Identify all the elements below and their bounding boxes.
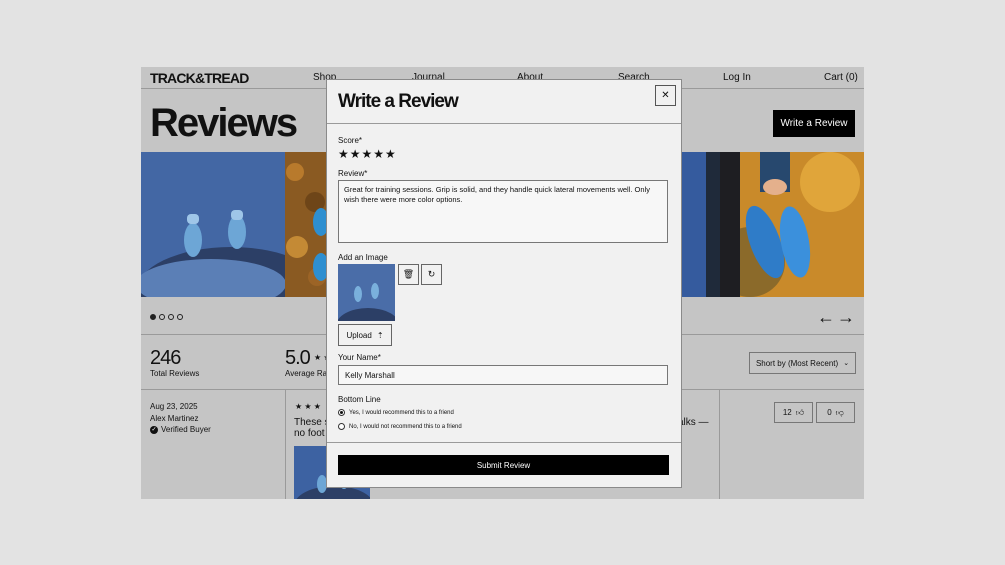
total-reviews-value: 246: [150, 347, 181, 369]
recommend-yes-option[interactable]: Yes, I would recommend this to a friend: [338, 409, 454, 416]
nav-cart[interactable]: Cart (0): [824, 72, 858, 83]
uploaded-image-preview: [338, 264, 395, 321]
carousel-dots: [150, 314, 183, 320]
write-review-button[interactable]: Write a Review: [773, 110, 855, 137]
sort-dropdown[interactable]: Short by (Most Recent) ⌄: [749, 352, 856, 374]
sort-label: Short by (Most Recent): [755, 358, 839, 368]
arrow-left-icon[interactable]: ←: [817, 307, 835, 328]
bottom-line-label: Bottom Line: [338, 395, 381, 404]
carousel-dot[interactable]: [150, 314, 156, 320]
review-text-start: These s: [294, 417, 330, 428]
carousel-dot[interactable]: [177, 314, 183, 320]
logo[interactable]: TRACK&TREAD: [150, 70, 249, 86]
average-rating-label: Average Rat: [285, 369, 330, 378]
page-title: Reviews: [150, 101, 298, 145]
upload-button[interactable]: Upload ⇡: [338, 324, 392, 346]
review-textarea[interactable]: Great for training sessions. Grip is sol…: [338, 180, 668, 243]
upload-icon: ⇡: [376, 330, 384, 340]
modal-divider: [327, 123, 681, 124]
radio-yes[interactable]: [338, 409, 345, 416]
add-image-label: Add an Image: [338, 253, 388, 262]
modal-title: Write a Review: [338, 91, 459, 112]
review-label: Review*: [338, 169, 368, 178]
review-author: Alex Martinez: [150, 414, 199, 423]
close-icon[interactable]: ✕: [655, 85, 676, 106]
carousel-dot[interactable]: [159, 314, 165, 320]
modal-divider: [327, 442, 681, 443]
helpful-button[interactable]: 12 👍︎: [774, 402, 813, 423]
review-date: Aug 23, 2025: [150, 402, 198, 411]
name-label: Your Name*: [338, 353, 381, 362]
score-stars[interactable]: ★★★★★: [338, 147, 397, 161]
thumbs-up-icon: 👍︎: [795, 407, 805, 417]
review-photo-4: [720, 152, 864, 297]
chevron-down-icon: ⌄: [843, 360, 850, 367]
upload-label: Upload: [346, 330, 372, 340]
trash-icon[interactable]: 🗑︎: [398, 264, 419, 285]
unhelpful-button[interactable]: 0 👎︎: [816, 402, 855, 423]
divider: [719, 389, 720, 499]
nav-login[interactable]: Log In: [723, 72, 751, 83]
recommend-no-option[interactable]: No, I would not recommend this to a frie…: [338, 423, 462, 430]
name-input[interactable]: Kelly Marshall: [338, 365, 668, 385]
helpful-count: 12: [782, 408, 792, 417]
review-photo-1: [141, 152, 285, 297]
verified-badge: ✓ Verified Buyer: [150, 425, 211, 434]
review-text-start-line2: no foot: [294, 428, 325, 439]
recommend-yes-label: Yes, I would recommend this to a friend: [349, 409, 454, 416]
refresh-icon[interactable]: ↻: [421, 264, 442, 285]
average-rating-value: 5.0: [285, 347, 311, 369]
carousel-dot[interactable]: [168, 314, 174, 320]
write-review-modal: Write a Review ✕ Score* ★★★★★ Review* Gr…: [326, 79, 682, 488]
unhelpful-count: 0: [827, 408, 832, 417]
radio-no[interactable]: [338, 423, 345, 430]
arrow-right-icon[interactable]: →: [837, 307, 855, 328]
review-photo-2: [285, 152, 327, 297]
recommend-no-label: No, I would not recommend this to a frie…: [349, 423, 462, 430]
divider: [285, 389, 286, 499]
verified-label: Verified Buyer: [161, 425, 211, 434]
review-photo-3: [680, 152, 720, 297]
thumbs-down-icon: 👎︎: [835, 407, 844, 417]
score-label: Score*: [338, 136, 363, 145]
total-reviews-label: Total Reviews: [150, 369, 200, 378]
review-text-end: alks —: [678, 417, 709, 428]
submit-review-button[interactable]: Submit Review: [338, 455, 669, 475]
review-stars: ★ ★ ★: [295, 402, 321, 411]
check-circle-icon: ✓: [150, 425, 158, 434]
